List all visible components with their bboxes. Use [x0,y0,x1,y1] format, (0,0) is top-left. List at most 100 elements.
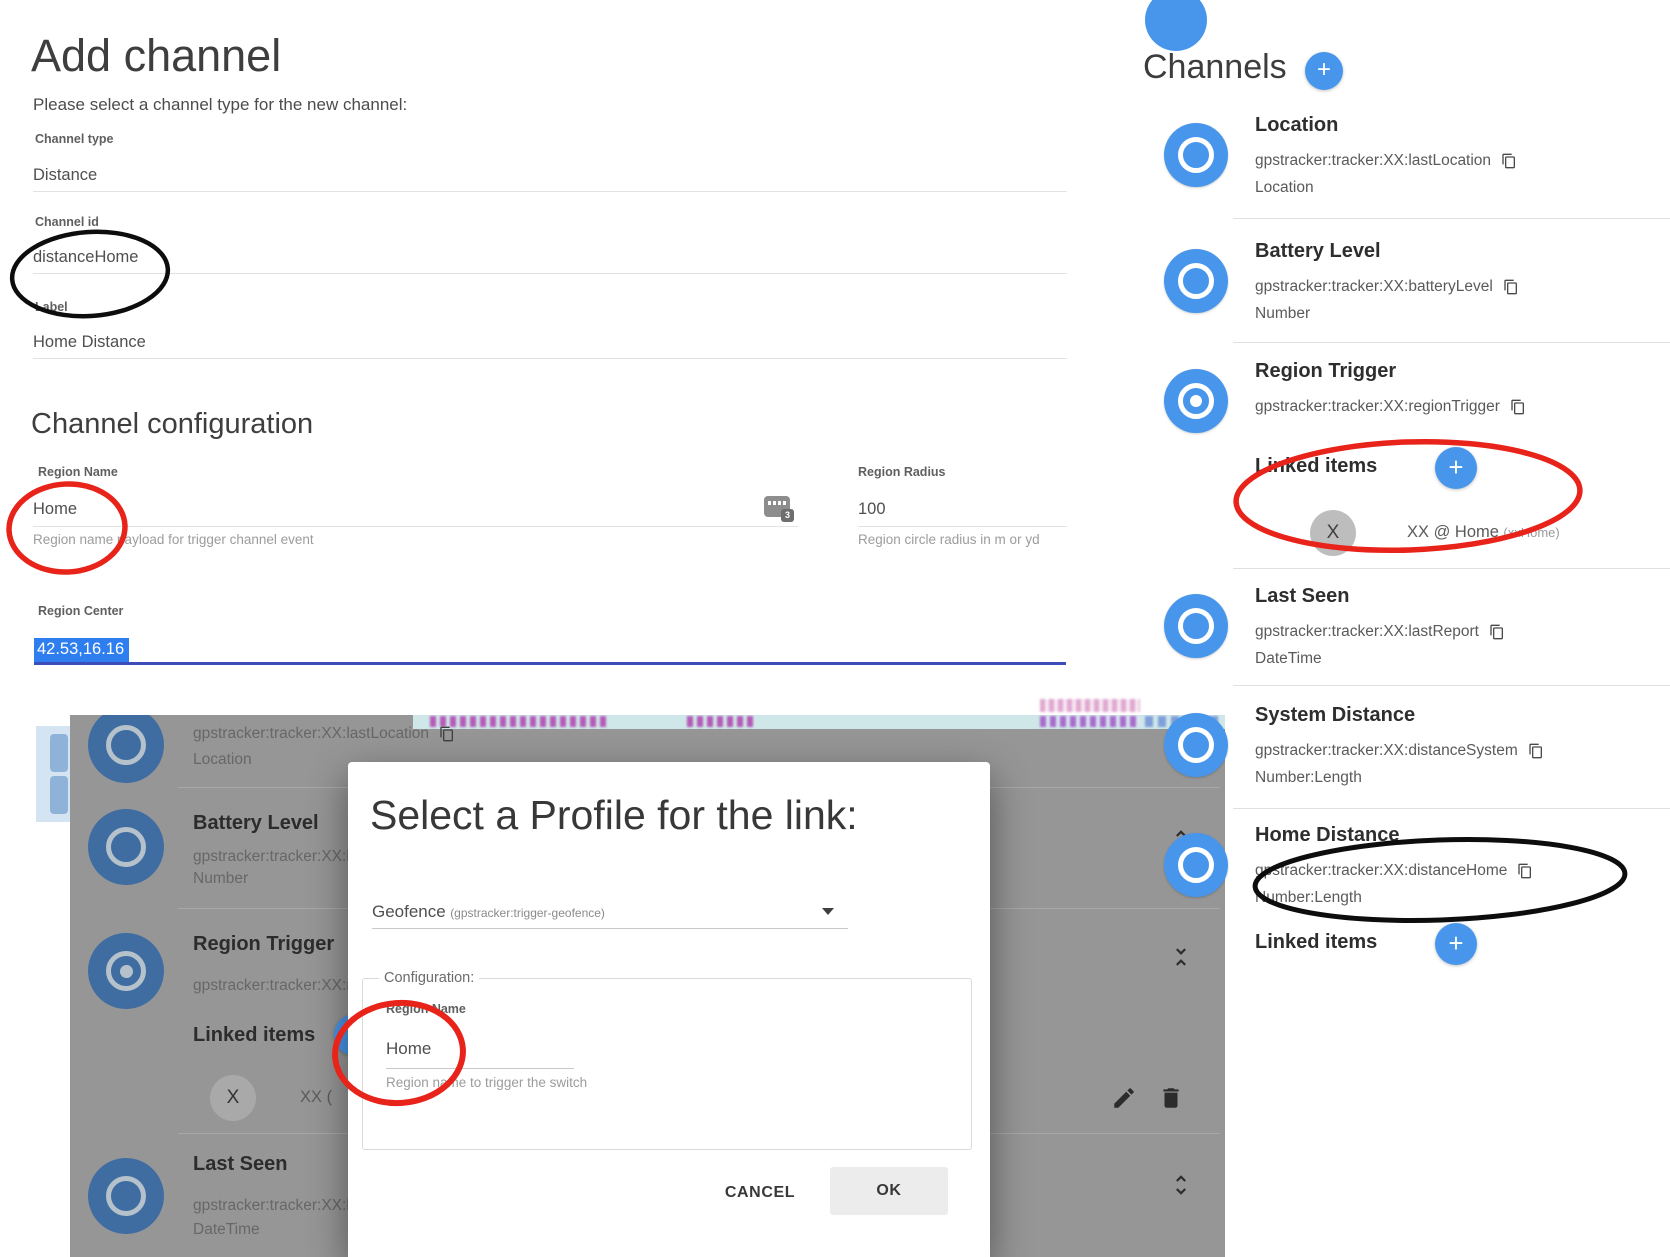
channel-category-icon [1164,713,1228,777]
channel-row-location[interactable]: Location gpstracker:tracker:XX:lastLocat… [1164,112,1517,200]
channel-id-label: Channel id [35,215,99,229]
channel-category-icon [1164,123,1228,187]
dialog-title: Select a Profile for the link: [370,792,858,839]
dialog-region-name-helper: Region name to trigger the switch [386,1075,587,1090]
pixelated-artifact [430,716,607,727]
pixelated-artifact [687,716,757,727]
channel-title: System Distance [1255,702,1544,728]
pixelated-artifact [1040,699,1140,712]
keyboard-badge: 3 [781,509,794,522]
bg-channel-type: Location [193,748,252,772]
channel-category-icon [1164,833,1228,897]
channel-category-icon [1164,249,1228,313]
unfold-less-icon[interactable] [1168,944,1194,970]
channel-type-label: Channel type [35,132,114,146]
bg-channel-category-icon [88,715,164,783]
copy-icon[interactable] [1510,399,1526,415]
channel-id: gpstracker:tracker:XX:lastReport [1255,617,1479,647]
channel-id: gpstracker:tracker:XX:distanceSystem [1255,736,1518,766]
ok-button[interactable]: OK [830,1167,948,1215]
divider [1233,218,1670,219]
black-ellipse-channel-id [9,227,170,322]
channel-type: Location [1255,176,1517,200]
dialog-region-name-input[interactable]: Home [386,1039,431,1059]
channel-id: gpstracker:tracker:XX:lastLocation [1255,146,1491,176]
add-channel-button[interactable]: + [1305,52,1343,90]
region-name-helper: Region name payload for trigger channel … [33,532,314,547]
pixelated-artifact [1040,716,1140,727]
bg-channel-category-icon [88,809,164,885]
dialog-region-name-underline [386,1068,574,1069]
copy-icon[interactable] [1489,624,1505,640]
linked-items-heading: Linked items [1255,931,1377,954]
keyboard-dots-icon [768,501,786,505]
channel-row-region-trigger[interactable]: Region Trigger gpstracker:tracker:XX:reg… [1164,358,1526,433]
channel-id-underline [33,273,1067,274]
channel-type-underline [33,191,1067,192]
channel-row-system-distance[interactable]: System Distance gpstracker:tracker:XX:di… [1164,702,1544,790]
channel-title: Region Trigger [1255,358,1526,384]
region-name-input[interactable]: Home [33,500,77,519]
profile-dialog: Select a Profile for the link: Geofence … [348,762,990,1257]
channel-row-last-seen[interactable]: Last Seen gpstracker:tracker:XX:lastRepo… [1164,583,1505,671]
profile-select[interactable]: Geofence (gpstracker:trigger-geofence) [372,902,605,922]
channel-trigger-icon [1164,369,1228,433]
copy-icon[interactable] [1528,743,1544,759]
bg-channel-title: Region Trigger [193,931,334,957]
channel-type: Number [1255,302,1519,326]
keyboard-icon[interactable]: 3 [764,496,790,517]
page-subtitle: Please select a channel type for the new… [33,95,407,115]
bg-channel-id: gpstracker:tracker:XX:lastLocation [193,719,455,749]
channels-title: Channels [1143,48,1287,87]
channel-id: gpstracker:tracker:XX:batteryLevel [1255,272,1493,302]
region-radius-helper: Region circle radius in m or yd [858,532,1040,547]
copy-icon[interactable] [1517,863,1533,879]
thumbnail-image [36,726,70,822]
bg-channel-trigger-icon [88,933,164,1009]
bg-channel-title: Last Seen [193,1151,287,1177]
label-input[interactable]: Home Distance [33,333,146,352]
unfold-more-icon[interactable] [1168,1172,1194,1198]
bg-channel-type: DateTime [193,1218,260,1242]
region-center-input[interactable]: 42.53,16.16 [34,638,129,662]
bg-channel-type: Number [193,867,248,891]
divider [1233,685,1670,686]
channel-title: Last Seen [1255,583,1505,609]
channel-row-home-distance[interactable]: Home Distance gpstracker:tracker:XX:dist… [1164,822,1533,910]
channel-category-icon [1164,594,1228,658]
fieldset-legend: Configuration: [379,970,479,986]
channel-type: Number:Length [1255,766,1544,790]
bg-channel-title: Battery Level [193,810,319,836]
region-center-label: Region Center [38,604,123,618]
linked-item-avatar: X [1310,510,1356,556]
linked-item-label[interactable]: XX @ Home (xxHome) [1407,523,1560,542]
chevron-down-icon [822,908,834,915]
dialog-region-name-label: Region Name [386,1002,466,1016]
bg-channel-category-icon [88,1158,164,1234]
channel-title: Home Distance [1255,822,1533,848]
channel-title: Location [1255,112,1517,138]
copy-icon[interactable] [1501,153,1517,169]
configuration-fieldset: Configuration: Region Name Home Region n… [362,978,972,1150]
profile-select-underline [372,928,848,929]
cancel-button[interactable]: CANCEL [720,1184,800,1202]
region-radius-input[interactable]: 100 [858,500,886,519]
edit-icon[interactable] [1111,1085,1137,1111]
delete-icon[interactable] [1158,1085,1184,1111]
copy-icon[interactable] [1503,279,1519,295]
label-label: Label [35,300,68,314]
bg-linked-item-label: XX ( [300,1088,332,1107]
add-link-button[interactable]: + [1435,447,1477,489]
channel-type-value[interactable]: Distance [33,166,97,185]
channel-id-input[interactable]: distanceHome [33,248,138,267]
region-name-label: Region Name [38,465,118,479]
channel-row-battery[interactable]: Battery Level gpstracker:tracker:XX:batt… [1164,238,1519,326]
bg-linked-item-avatar: X [210,1075,256,1121]
partial-circle-icon [1145,0,1207,51]
page-title: Add channel [31,30,281,82]
bg-linked-items-heading: Linked items [193,1022,315,1048]
red-ellipse-region-name [7,481,127,575]
screenshot-root: Add channel Please select a channel type… [0,0,1670,1257]
add-link-button[interactable]: + [1435,923,1477,965]
channel-type: DateTime [1255,647,1505,671]
